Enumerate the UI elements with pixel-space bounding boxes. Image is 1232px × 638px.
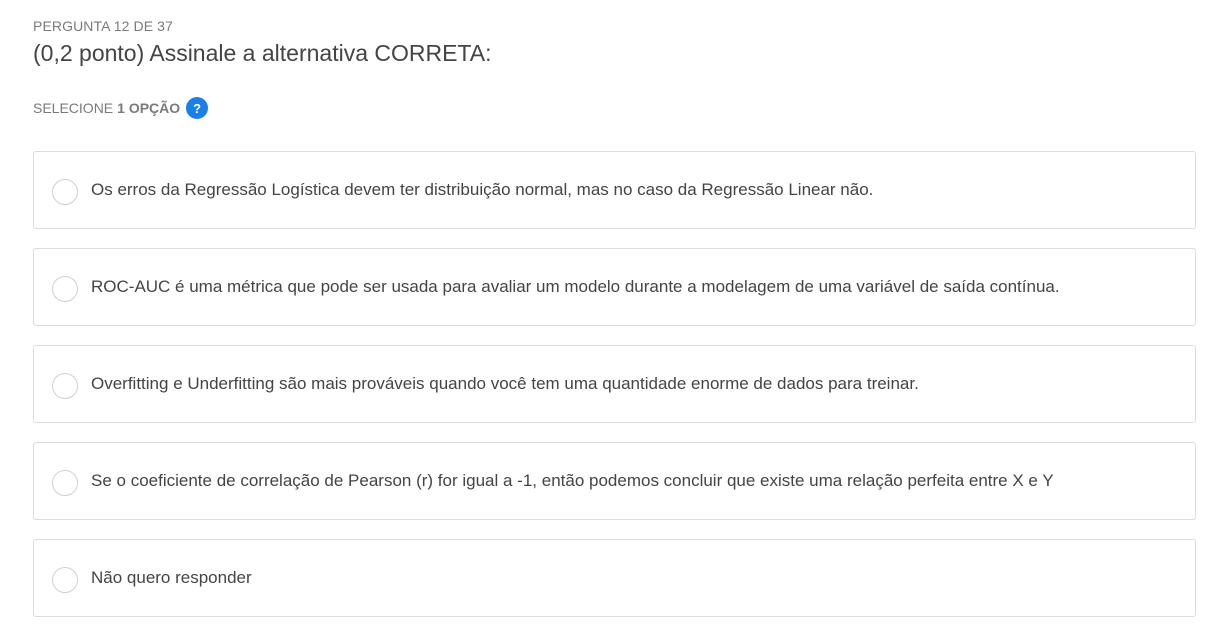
options-list: Os erros da Regressão Logística devem te… (33, 151, 1196, 636)
radio-button[interactable] (52, 179, 78, 205)
option-label: ROC-AUC é uma métrica que pode ser usada… (91, 277, 1060, 296)
radio-button[interactable] (52, 373, 78, 399)
radio-button[interactable] (52, 276, 78, 302)
option-2[interactable]: ROC-AUC é uma métrica que pode ser usada… (33, 248, 1196, 326)
option-5[interactable]: Não quero responder (33, 539, 1196, 617)
option-3[interactable]: Overfitting e Underfitting são mais prov… (33, 345, 1196, 423)
option-1[interactable]: Os erros da Regressão Logística devem te… (33, 151, 1196, 229)
option-label: Não quero responder (91, 568, 252, 587)
selection-prefix: SELECIONE (33, 100, 114, 116)
help-icon[interactable]: ? (186, 97, 209, 119)
question-title: (0,2 ponto) Assinale a alternativa CORRE… (33, 40, 492, 66)
radio-button[interactable] (52, 567, 78, 593)
option-label: Os erros da Regressão Logística devem te… (91, 180, 874, 199)
selection-count: 1 OPÇÃO (117, 100, 181, 116)
option-label: Se o coeficiente de correlação de Pearso… (91, 471, 1054, 490)
option-label: Overfitting e Underfitting são mais prov… (91, 374, 919, 393)
question-counter: PERGUNTA 12 DE 37 (33, 18, 173, 34)
selection-instruction: SELECIONE 1 OPÇÃO ? (33, 97, 209, 119)
option-4[interactable]: Se o coeficiente de correlação de Pearso… (33, 442, 1196, 520)
radio-button[interactable] (52, 470, 78, 496)
